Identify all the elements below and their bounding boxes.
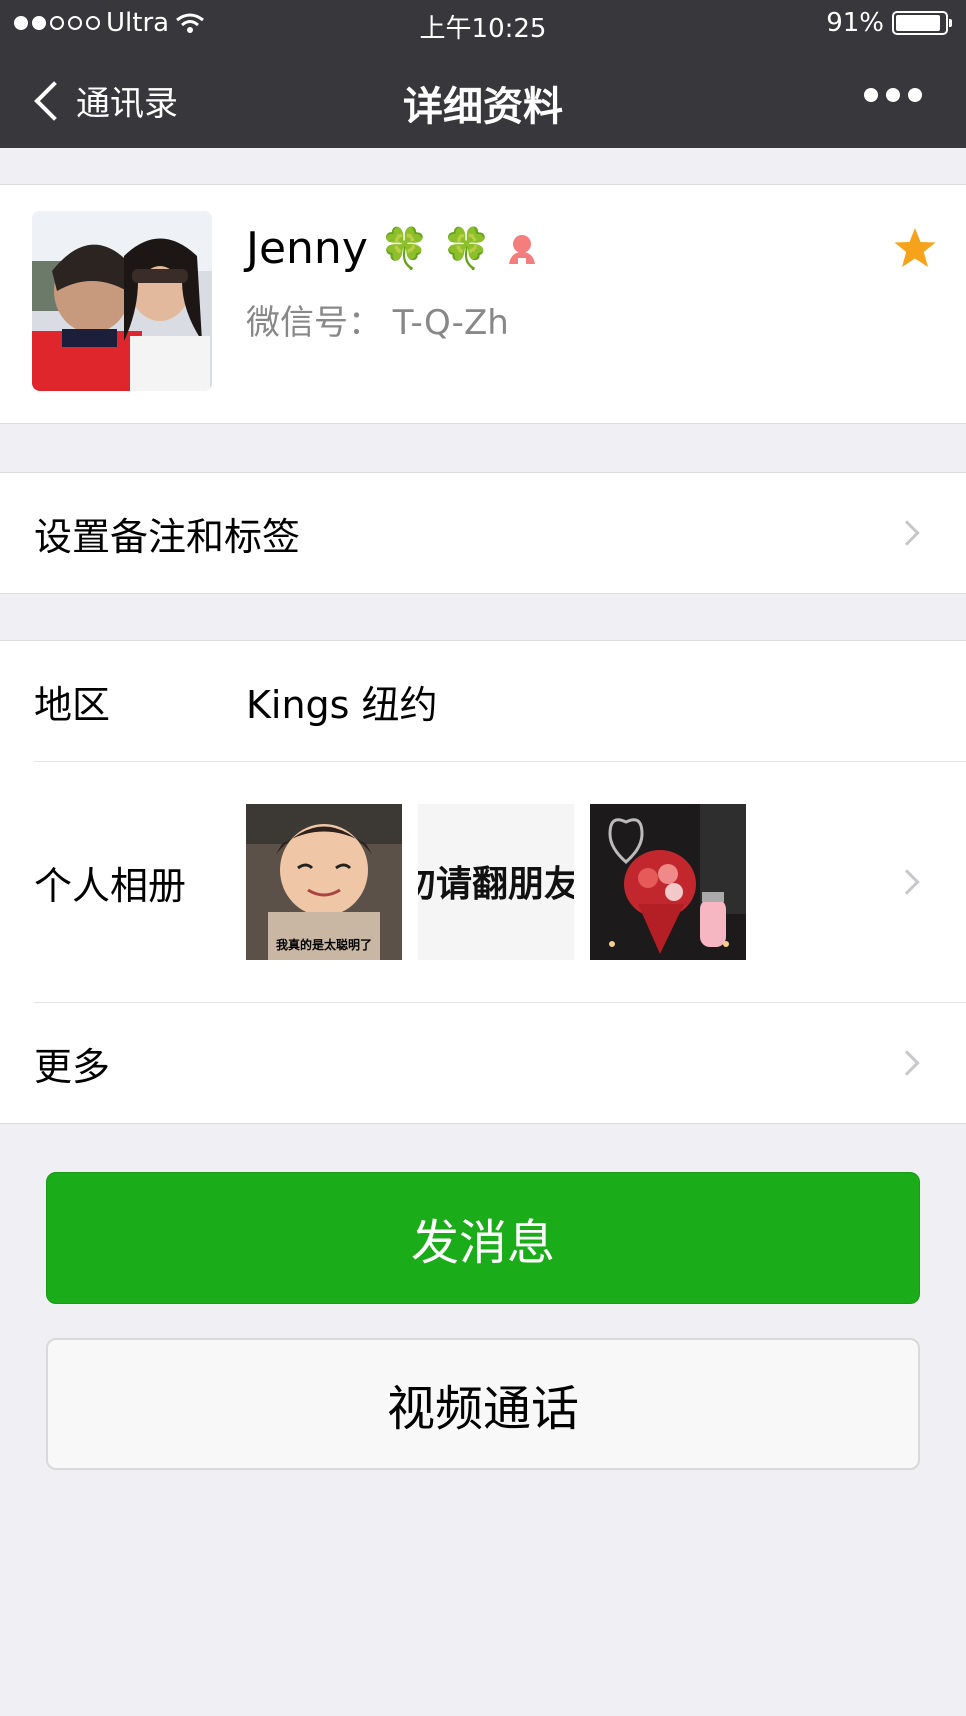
album-photo: 我真的是太聪明了 <box>246 804 402 960</box>
top-bar: Ultra 上午10:25 91% 通讯录 详细资料 <box>0 0 966 148</box>
album-row[interactable]: 个人相册 我真的是太聪明了 勿请翻朋友 <box>0 762 966 1002</box>
remark-section: 设置备注和标签 <box>0 472 966 594</box>
clover-icon: 🍀 <box>441 226 492 272</box>
wechat-id: 微信号： T-Q-Zh <box>246 303 509 343</box>
region-value: Kings 纽约 <box>246 682 438 727</box>
contact-name: Jenny 🍀 🍀 <box>246 223 541 274</box>
status-right: 91% <box>826 8 952 38</box>
clover-icon: 🍀 <box>379 226 430 272</box>
video-call-button[interactable]: 视频通话 <box>46 1338 920 1470</box>
star-icon[interactable] <box>892 225 938 271</box>
album-photo: 勿请翻朋友 <box>418 804 574 960</box>
battery-percent: 91% <box>826 8 884 38</box>
more-options-button[interactable] <box>864 88 922 102</box>
info-section: 地区 Kings 纽约 个人相册 我真的是太聪明了 请翻朋友 更多 <box>0 640 966 1124</box>
remark-label: 设置备注和标签 <box>34 514 301 559</box>
send-message-button[interactable]: 发消息 <box>46 1172 920 1304</box>
photo-caption: 勿请翻朋友 <box>418 864 574 905</box>
more-dot-icon <box>908 88 922 102</box>
status-bar: Ultra 上午10:25 91% <box>0 0 966 48</box>
avatar-photo <box>32 211 212 391</box>
photo-caption: 我真的是太聪明了 <box>276 937 372 952</box>
profile-card: Jenny 🍀 🍀 微信号： T-Q-Zh <box>0 184 966 424</box>
battery-fill <box>896 15 940 31</box>
chevron-right-icon <box>894 869 920 895</box>
more-dot-icon <box>886 88 900 102</box>
region-row: 地区 Kings 纽约 <box>0 641 966 761</box>
name-text: Jenny <box>246 223 368 274</box>
more-dot-icon <box>864 88 878 102</box>
more-row[interactable]: 更多 <box>0 1003 966 1123</box>
avatar[interactable] <box>32 211 212 391</box>
battery-icon <box>892 11 952 35</box>
album-label: 个人相册 <box>34 863 187 908</box>
more-label: 更多 <box>34 1044 111 1089</box>
album-photos: 我真的是太聪明了 勿请翻朋友 <box>246 804 746 960</box>
region-label: 地区 <box>34 682 111 727</box>
page-title: 详细资料 <box>403 84 563 130</box>
chevron-right-icon <box>894 520 920 546</box>
female-icon <box>509 234 536 264</box>
album-photo <box>590 804 746 960</box>
status-time: 上午10:25 <box>419 14 547 44</box>
chevron-right-icon <box>894 1050 920 1076</box>
nav-bar: 通讯录 详细资料 <box>0 48 966 148</box>
remark-row[interactable]: 设置备注和标签 <box>0 473 966 593</box>
